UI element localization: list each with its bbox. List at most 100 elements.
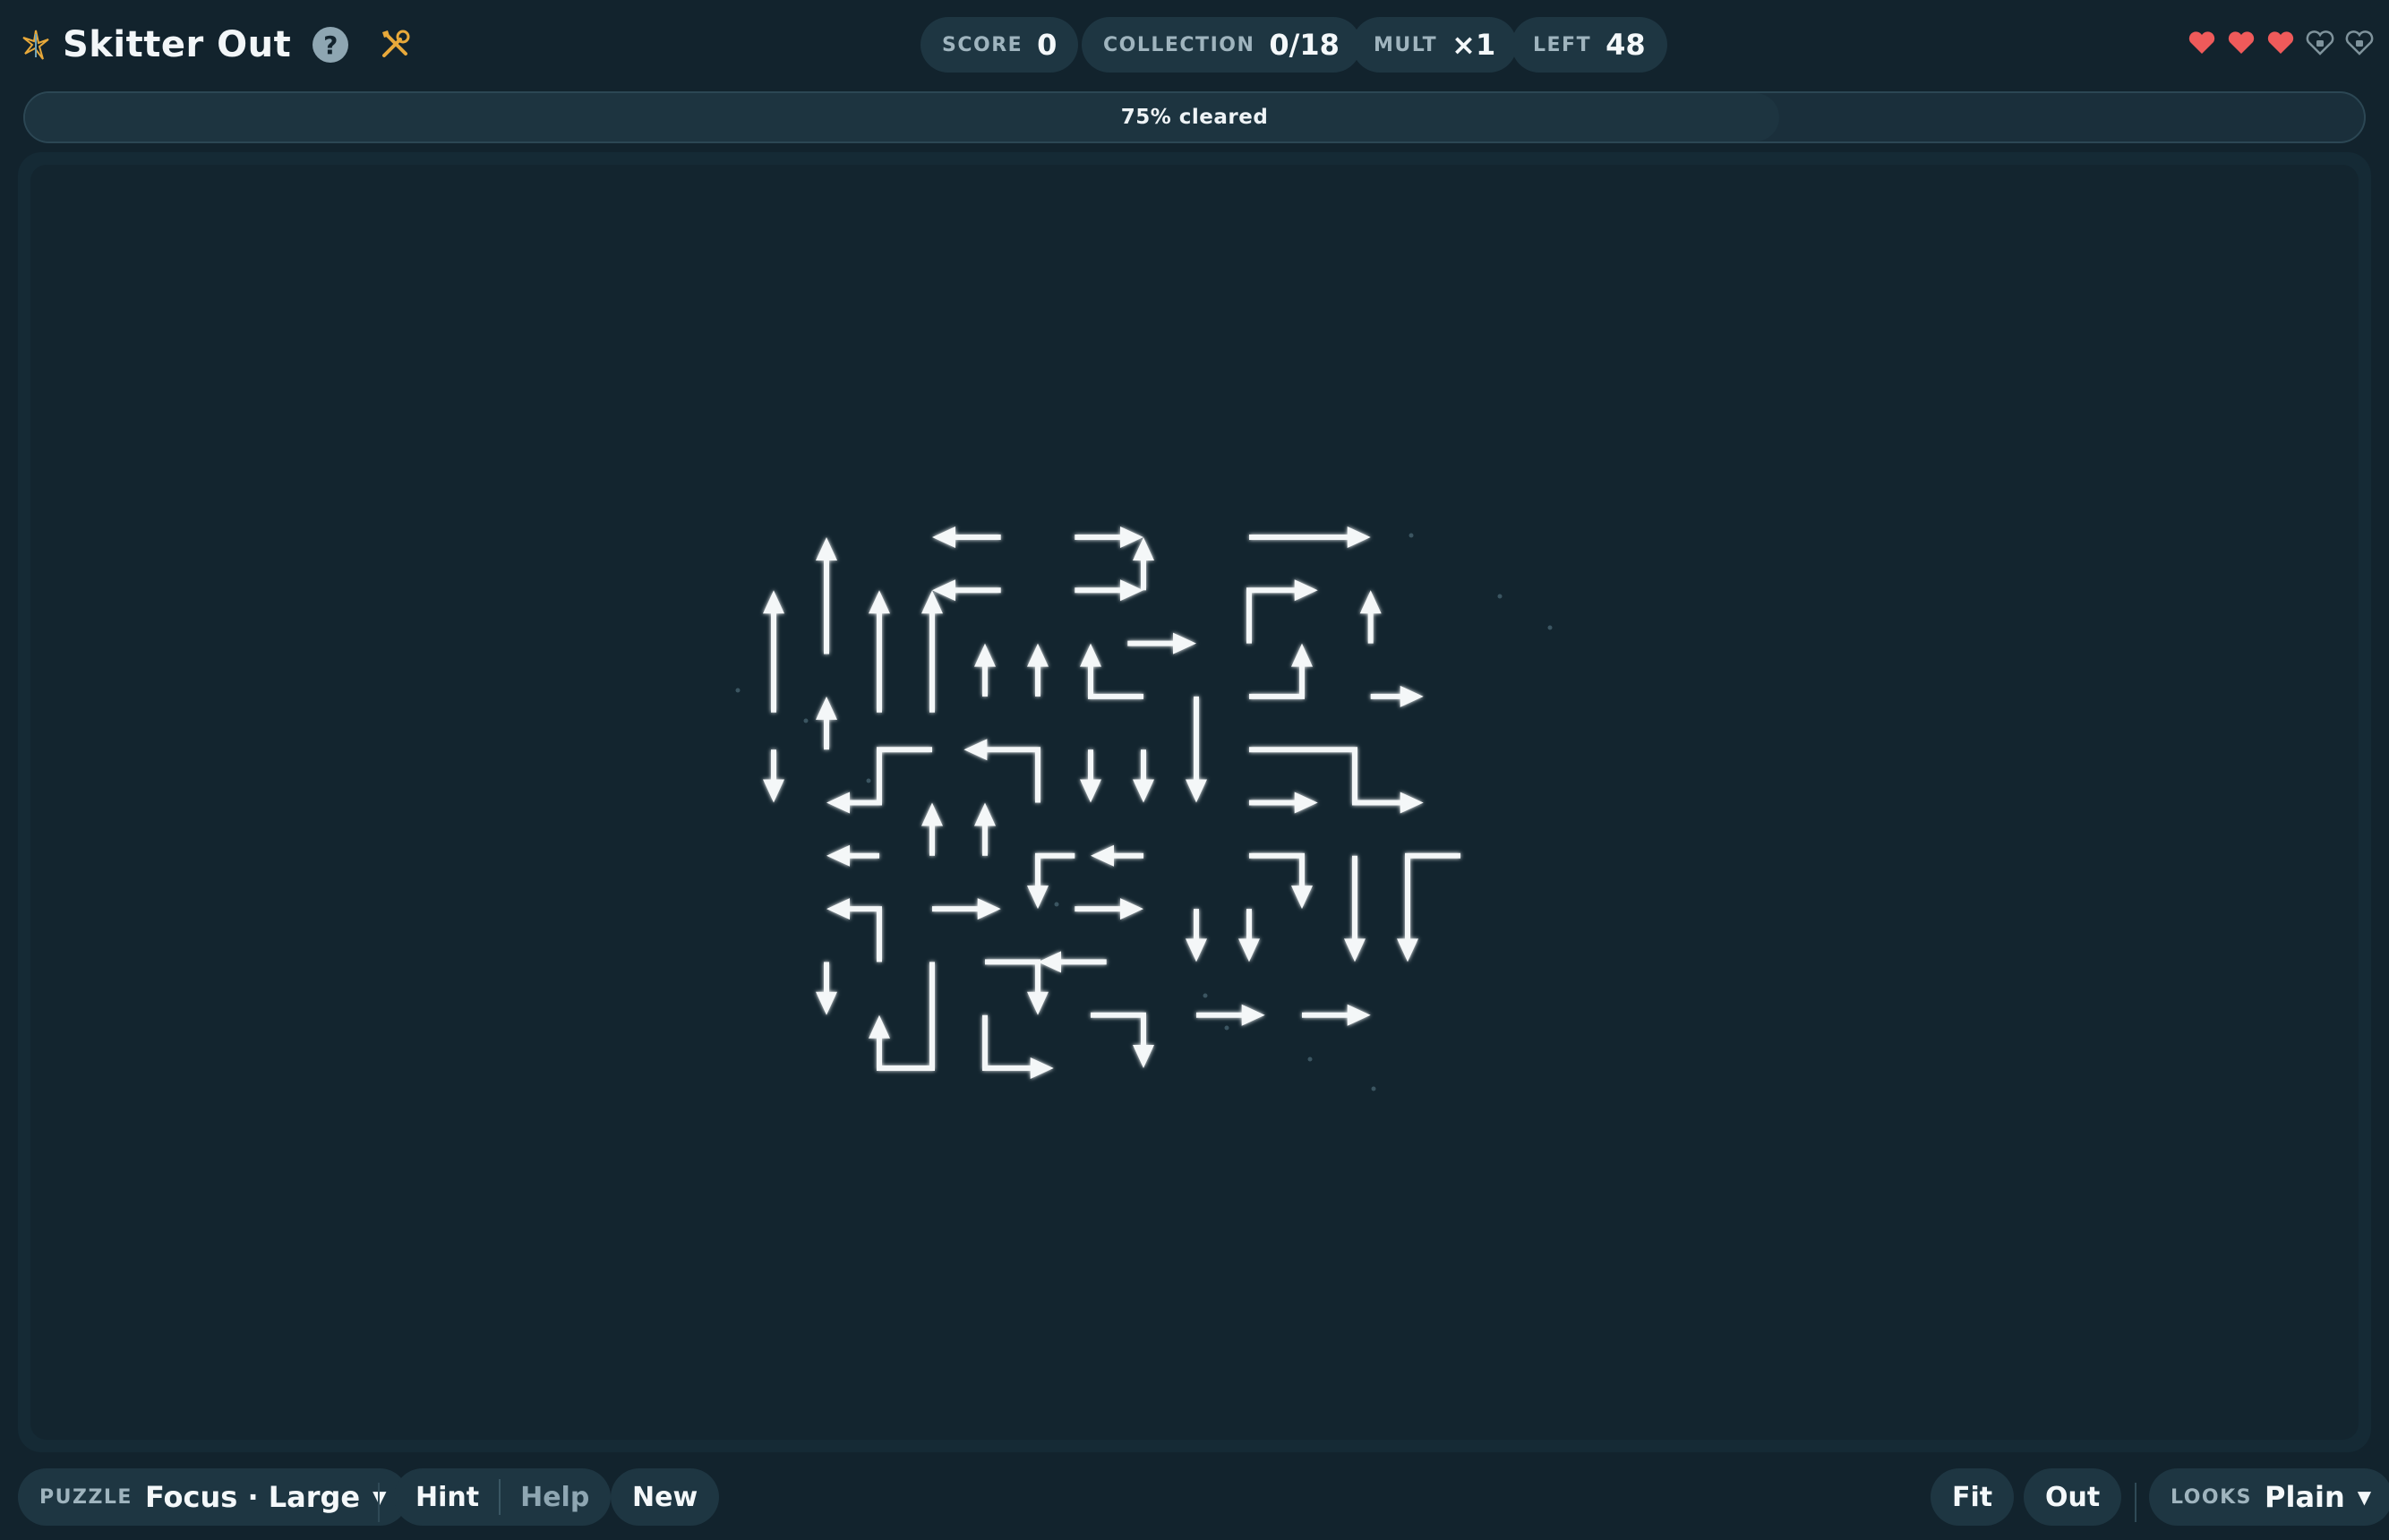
arrow-piece[interactable] (1359, 590, 1382, 644)
arrow-piece[interactable] (816, 962, 837, 1015)
divider (2135, 1483, 2136, 1522)
arrow-piece[interactable] (763, 590, 784, 713)
arrow-piece[interactable] (974, 802, 996, 856)
arrow-piece[interactable] (816, 696, 837, 750)
arrow-head (1397, 938, 1418, 962)
hint-help-group: Hint Help (394, 1468, 612, 1526)
arrow-piece[interactable] (1075, 579, 1143, 602)
arrow-head (1120, 898, 1143, 920)
arrow-piece[interactable] (1038, 951, 1107, 973)
arrow-piece[interactable] (826, 844, 879, 867)
arrow-head (816, 696, 837, 720)
arrow-head (1291, 643, 1313, 667)
divider (499, 1479, 501, 1515)
arrow-field[interactable] (0, 0, 2389, 1540)
arrow-piece[interactable] (921, 590, 943, 713)
arrow-head (974, 643, 996, 667)
arrow-piece[interactable] (974, 643, 996, 697)
arrow-piece[interactable] (1091, 1012, 1154, 1068)
arrow-head (1120, 526, 1143, 548)
arrow-piece[interactable] (1091, 844, 1143, 867)
arrow-piece[interactable] (1133, 749, 1154, 803)
arrow-piece[interactable] (982, 1014, 1054, 1079)
arrow-piece[interactable] (1080, 643, 1143, 699)
arrow-piece[interactable] (932, 526, 1001, 548)
dust-particle (1547, 625, 1553, 630)
arrow-shaft (844, 906, 882, 962)
arrow-shaft (1249, 852, 1305, 891)
arrow-piece[interactable] (1027, 643, 1049, 697)
board-canvas[interactable] (30, 165, 2359, 1440)
looks-select[interactable]: LOOKS Plain ▼ (2149, 1468, 2389, 1526)
arrow-head (1347, 1004, 1371, 1026)
arrow-piece[interactable] (1075, 526, 1143, 548)
arrow-piece[interactable] (1075, 898, 1143, 920)
arrow-piece[interactable] (826, 747, 932, 814)
arrow-piece[interactable] (1397, 852, 1460, 962)
arrow-head (763, 590, 784, 614)
arrow-shaft (1249, 662, 1305, 699)
arrow-piece[interactable] (932, 898, 1001, 920)
arrow-shaft (1246, 587, 1299, 644)
arrow-piece[interactable] (1249, 791, 1318, 814)
arrow-head (1347, 526, 1371, 548)
out-button[interactable]: Out (2024, 1468, 2122, 1526)
arrow-piece[interactable] (1186, 909, 1207, 962)
game-board[interactable] (18, 152, 2371, 1452)
arrow-head (1400, 791, 1424, 814)
arrow-piece[interactable] (763, 749, 784, 803)
arrow-piece[interactable] (1370, 685, 1424, 707)
arrow-piece[interactable] (1186, 696, 1207, 803)
arrow-piece[interactable] (1080, 749, 1101, 803)
arrow-head (977, 898, 1001, 920)
arrow-shaft (985, 959, 1040, 997)
arrow-piece[interactable] (1344, 855, 1366, 962)
arrow-piece[interactable] (1302, 1004, 1371, 1026)
arrow-shaft (982, 747, 1040, 803)
arrow-head (816, 537, 837, 560)
dust-particle (1054, 902, 1059, 907)
arrow-piece[interactable] (1196, 1004, 1265, 1026)
arrow-head (816, 991, 837, 1015)
arrow-head (826, 844, 850, 867)
arrow-piece[interactable] (1027, 852, 1075, 910)
out-button-label: Out (2045, 1481, 2101, 1513)
arrow-piece[interactable] (1133, 537, 1154, 591)
arrow-head (1080, 779, 1101, 803)
arrow-piece[interactable] (1249, 643, 1313, 699)
fit-button-label: Fit (1952, 1481, 1993, 1513)
arrow-piece[interactable] (1238, 909, 1260, 962)
arrow-piece[interactable] (932, 579, 1001, 602)
arrow-head (921, 802, 943, 826)
arrow-head (1030, 1057, 1054, 1079)
help-button[interactable]: Help (520, 1482, 589, 1513)
hint-button[interactable]: Hint (415, 1482, 479, 1513)
dust-particle (1203, 993, 1208, 998)
arrow-piece[interactable] (1246, 579, 1318, 644)
arrow-head (921, 590, 943, 614)
puzzle-label: PUZZLE (39, 1485, 133, 1509)
new-button[interactable]: New (611, 1468, 720, 1526)
arrow-piece[interactable] (921, 802, 943, 856)
arrow-shaft (1088, 662, 1143, 699)
arrow-head (1120, 579, 1143, 602)
arrow-piece[interactable] (1249, 852, 1313, 910)
arrow-head (1027, 643, 1049, 667)
arrow-piece[interactable] (869, 962, 935, 1071)
fit-button[interactable]: Fit (1931, 1468, 2015, 1526)
divider (378, 1483, 380, 1522)
arrow-piece[interactable] (985, 959, 1049, 1015)
arrow-piece[interactable] (1127, 632, 1196, 654)
arrow-shaft (1091, 1012, 1146, 1050)
arrow-piece[interactable] (869, 590, 890, 713)
arrow-head (869, 590, 890, 614)
arrow-piece[interactable] (1249, 526, 1371, 548)
arrow-piece[interactable] (826, 898, 882, 962)
arrow-piece[interactable] (816, 537, 837, 654)
arrow-piece[interactable] (963, 739, 1040, 803)
dust-particle (735, 688, 741, 693)
arrow-head (763, 779, 784, 803)
arrow-head (1173, 632, 1196, 654)
arrow-head (1133, 779, 1154, 803)
puzzle-select[interactable]: PUZZLE Focus · Large ▼ (18, 1468, 408, 1526)
